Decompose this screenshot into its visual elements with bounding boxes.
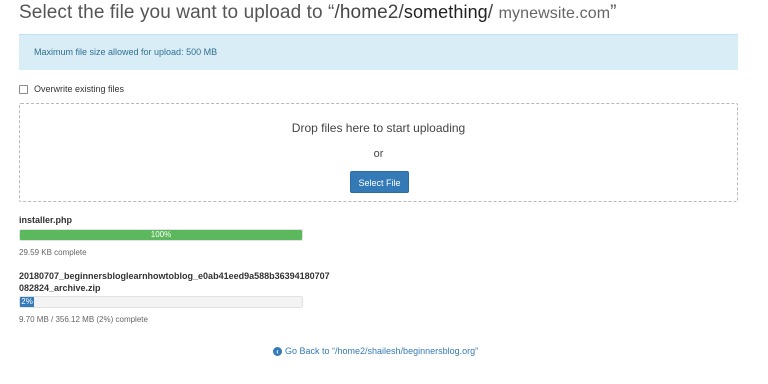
overwrite-checkbox[interactable]	[19, 84, 28, 94]
upload-progress-fill: 2%	[20, 297, 35, 307]
upload-file-name: 20180707_beginnersbloglearnhowtoblog_e0a…	[19, 271, 330, 281]
title-path-home: /home2/	[334, 2, 404, 23]
upload-file-name: installer.php	[19, 215, 73, 225]
upload-status: 9.70 MB / 356.12 MB (2%) complete	[19, 315, 148, 324]
drop-zone[interactable]: Drop files here to start uploading or Se…	[19, 103, 738, 202]
upload-progress-label: 100%	[150, 230, 172, 239]
file-upload-page: Select the file you want to upload to “/…	[0, 0, 768, 384]
title-path-site: mynewsite.com	[498, 5, 611, 22]
overwrite-label: Overwrite existing files	[34, 84, 125, 94]
upload-progress-bar: 2%	[19, 296, 303, 308]
upload-file-name-continued: 082824_archive.zip	[19, 283, 101, 293]
upload-progress-bar: 100%	[19, 229, 303, 241]
overwrite-option[interactable]: Overwrite existing files	[19, 84, 124, 94]
max-size-text: Maximum file size allowed for upload: 50…	[34, 47, 218, 57]
go-back-label: Go Back to “/home2/shailesh/beginnersblo…	[285, 346, 479, 356]
select-file-button[interactable]: Select File	[350, 171, 409, 193]
max-size-alert: Maximum file size allowed for upload: 50…	[19, 34, 738, 70]
drop-files-text: Drop files here to start uploading	[291, 121, 466, 135]
or-text: or	[373, 148, 384, 160]
upload-status: 29.59 KB complete	[19, 248, 87, 257]
circle-arrow-left-icon: ‹	[273, 346, 282, 356]
title-prefix: Select the file you want to upload to “	[19, 2, 335, 23]
title-suffix: ”	[610, 2, 617, 23]
title-path-slash: /	[487, 2, 494, 23]
go-back-link[interactable]: ‹ Go Back to “/home2/shailesh/beginnersb…	[273, 346, 478, 356]
upload-progress-fill: 100%	[20, 230, 302, 240]
title-path-something: something	[403, 2, 488, 22]
page-title: Select the file you want to upload to “/…	[19, 2, 617, 24]
upload-progress-label: 2%	[21, 297, 33, 306]
